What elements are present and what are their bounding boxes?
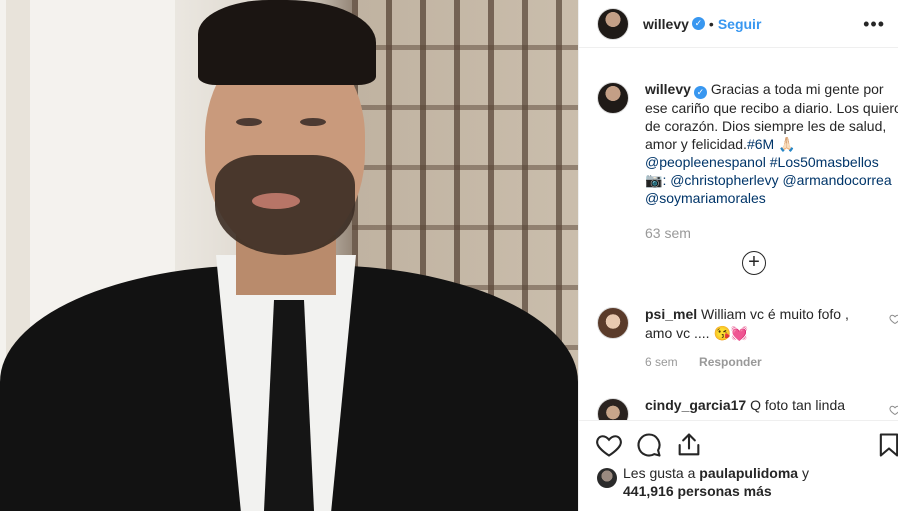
plus-circle-icon[interactable]: + [742,251,766,275]
caption-line-2: ese cariño que recibo a diario. Los [645,100,860,116]
camera-emoji: 📷 [645,172,663,188]
author-username[interactable]: willevy [643,16,689,32]
caption-credit[interactable]: : @christopherlevy @armandocorrea [662,172,891,188]
share-icon[interactable] [675,431,703,459]
follow-button[interactable]: Seguir [718,16,762,32]
caption-text: willevy ✓ Gracias a toda mi gente por ese… [645,80,898,207]
photo-lips [252,193,300,209]
caption-line-1: Gracias a toda mi gente por [710,81,884,97]
caption-username[interactable]: willevy [645,81,691,97]
heart-icon[interactable] [595,431,623,459]
likes-connector: y [798,465,809,481]
caption-avatar[interactable] [597,82,629,114]
likes-text: Les gusta a paulapulidoma y 441,916 pers… [623,464,809,500]
liker-avatar[interactable] [597,468,617,488]
post-caption: willevy ✓ Gracias a toda mi gente por ese… [597,80,898,207]
comment-username[interactable]: cindy_garcia17 [645,397,746,413]
caption-credit-2[interactable]: @soymariamorales [645,190,766,206]
comment-item: psi_mel William vc é muito fofo , amo vc… [597,305,898,372]
photo-hair [198,0,376,85]
separator-dot: • [708,15,714,32]
comment-time[interactable]: 6 sem [645,355,678,369]
likes-prefix: Les gusta a [623,465,700,481]
comment-text-line-1: Q foto tan linda [750,397,846,413]
photo-eye-left [236,118,262,126]
hashtag-6m[interactable]: #6M [747,136,774,152]
heart-icon[interactable] [889,404,898,416]
comment-text-line-1: William vc é muito fofo , [701,306,849,322]
pray-emoji: 🙏🏻 [778,136,796,152]
comment-text-line-2: amo vc .... 😘💓 [645,325,749,341]
heart-icon[interactable] [889,313,898,325]
photo-eye-right [300,118,326,126]
more-icon[interactable]: ••• [863,14,885,35]
liker-username[interactable]: paulapulidoma [699,465,798,481]
comment-icon[interactable] [635,431,663,459]
bookmark-icon[interactable] [875,431,898,459]
comment-avatar[interactable] [597,307,629,339]
caption-tags[interactable]: @peopleenespanol #Los50masbellos [645,154,879,170]
comment-username[interactable]: psi_mel [645,306,697,322]
comment-meta: 6 sem Responder [645,353,885,372]
post-time[interactable]: 63 sem [645,225,691,241]
verified-icon: ✓ [691,17,705,30]
likes-row: Les gusta a paulapulidoma y 441,916 pers… [597,464,898,500]
author-avatar[interactable] [597,7,629,40]
verified-icon: ✓ [693,86,707,99]
comment-body: psi_mel William vc é muito fofo , amo vc… [645,305,885,372]
post-header: willevy ✓ • Seguir ••• [579,0,898,48]
reply-button[interactable]: Responder [699,355,762,369]
action-bar [579,420,898,470]
post-panel: willevy ✓ • Seguir ••• willevy ✓ Gracias … [578,0,898,511]
likes-count[interactable]: 441,916 personas más [623,483,772,499]
post-photo[interactable] [0,0,578,511]
